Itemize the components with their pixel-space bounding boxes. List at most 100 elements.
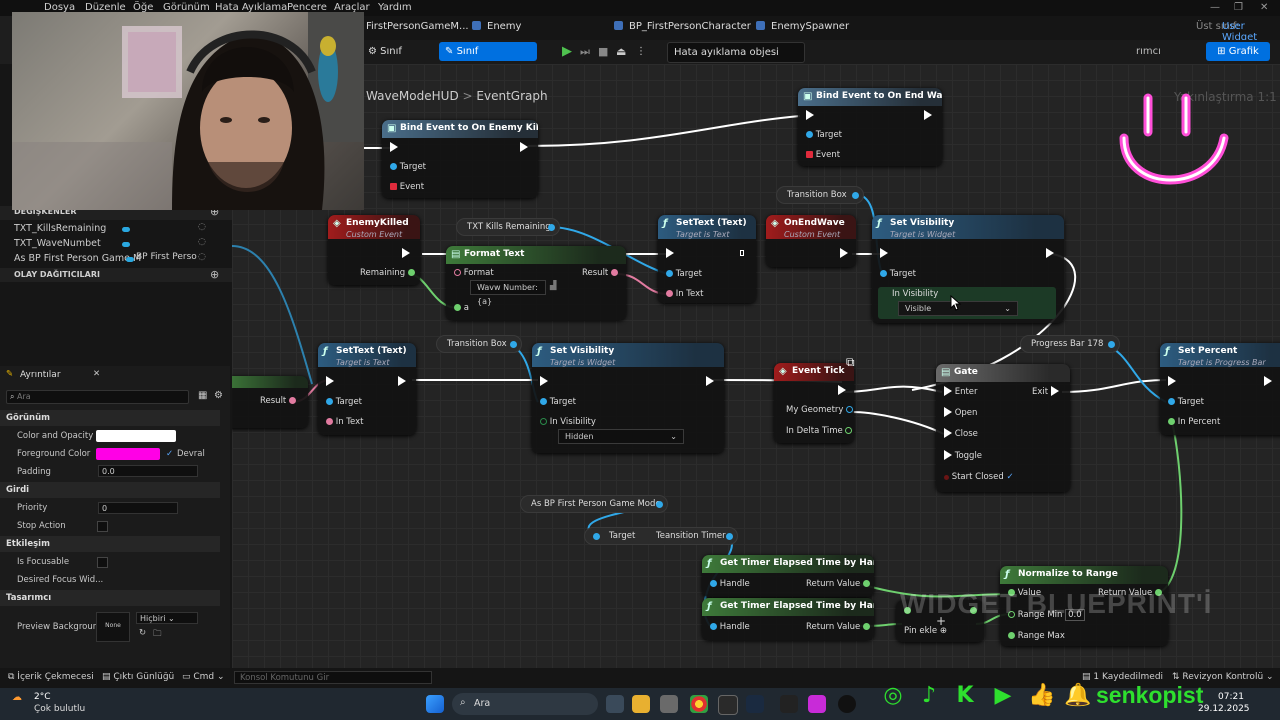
exec-out-pin[interactable]	[1264, 376, 1272, 387]
padding-field[interactable]: 0.0	[98, 465, 198, 477]
var-transition-box[interactable]: Transition Box	[776, 186, 864, 204]
exec-in-pin[interactable]	[1168, 376, 1176, 387]
priority-field[interactable]: 0	[98, 502, 178, 514]
exec-out-pin[interactable]	[706, 376, 714, 387]
format-text-field[interactable]: Wavw Number:{a}	[470, 280, 546, 306]
event-pin[interactable]: Event	[806, 150, 840, 160]
epic-games-icon[interactable]	[780, 695, 798, 713]
node-set-visibility-visible[interactable]: ƒ Set Visibility Target is Widget Target I…	[872, 215, 1064, 323]
steam-icon[interactable]	[746, 695, 764, 713]
variable-wave-number[interactable]: TXT_WaveNumbet	[14, 238, 101, 249]
console-input[interactable]: Konsol Komutunu Gir	[234, 671, 432, 684]
node-on-end-wave-event[interactable]: ◈ OnEndWave Custom Event	[766, 215, 856, 267]
designer-partial[interactable]: rımcı	[1130, 42, 1167, 61]
task-view-icon[interactable]	[606, 695, 624, 713]
var-transition-box-2[interactable]: Transition Box	[436, 335, 522, 353]
return-value-pin[interactable]: Return Value	[806, 622, 870, 632]
my-geometry-pin[interactable]: My Geometry	[786, 405, 854, 415]
dispatchers-header[interactable]: OLAY DAĞITICILARI ⊕	[0, 268, 232, 282]
toggle-pin[interactable]: Toggle	[944, 450, 982, 461]
file-explorer-icon[interactable]	[632, 695, 650, 713]
section-input[interactable]: Girdi	[0, 482, 220, 498]
tab-enemy-spawner[interactable]: EnemySpawner	[756, 21, 849, 32]
is-focusable-checkbox[interactable]	[97, 557, 108, 568]
target-pin[interactable]: Target	[1168, 397, 1204, 407]
exec-out-pin[interactable]	[520, 142, 528, 153]
class-settings-button[interactable]: ⚙ Sınıf Ayarları	[362, 42, 444, 76]
section-designer[interactable]: Tasarımcı	[0, 590, 220, 606]
event-pin[interactable]: Event	[390, 182, 424, 192]
open-pin[interactable]: Open	[944, 407, 977, 418]
node-bind-end-wave[interactable]: ▣ Bind Event to On End Wave Target Event	[798, 88, 942, 166]
exec-out-pin[interactable]	[398, 376, 406, 387]
target-pin[interactable]: Target	[390, 162, 426, 172]
clock-date[interactable]: 29.12.2025	[1198, 704, 1250, 714]
exec-out-pin[interactable]	[924, 110, 932, 121]
node-event-tick[interactable]: ◈ Event Tick ⧉ My Geometry In Delta Time	[774, 355, 855, 443]
unsaved-indicator[interactable]: ▤ 1 Kaydedilmedi	[1082, 672, 1163, 682]
maximize-icon[interactable]: ❐	[1234, 2, 1243, 13]
close-tab-icon[interactable]: ✕	[93, 369, 100, 379]
exec-out-pin[interactable]	[402, 248, 410, 259]
result-pin[interactable]: Result	[582, 268, 618, 278]
a-pin[interactable]: a	[454, 303, 469, 313]
minimize-icon[interactable]: —	[1210, 2, 1220, 13]
breadcrumb-hud[interactable]: WaveModeHUD	[366, 89, 459, 103]
eye-icon[interactable]: ◌	[198, 252, 206, 262]
weather-text[interactable]: Çok bulutlu	[34, 704, 85, 714]
content-drawer-button[interactable]: ⧉ İçerik Çekmecesi	[8, 672, 94, 682]
start-closed-pin[interactable]: Start Closed ✓	[944, 472, 1014, 482]
app-pink-icon[interactable]	[808, 695, 826, 713]
var-progress-bar[interactable]: Progress Bar 178	[1020, 335, 1120, 353]
clock-time[interactable]: 07:21	[1218, 692, 1244, 702]
in-text-pin[interactable]: In Text	[666, 289, 704, 299]
in-visibility-pin[interactable]: In Visibility	[892, 289, 938, 299]
var-game-mode[interactable]: As BP First Person Game Mode	[520, 495, 668, 513]
section-appearance[interactable]: Görünüm	[0, 410, 220, 426]
exec-in-pin[interactable]	[326, 376, 334, 387]
target-pin[interactable]: Target	[540, 397, 576, 407]
variable-kills-remaining[interactable]: TXT_KillsRemaining	[14, 223, 106, 234]
tab-gamemode[interactable]: FirstPersonGameM...	[366, 21, 469, 32]
in-visibility-select[interactable]: Hidden ⌄	[558, 429, 684, 444]
remaining-pin[interactable]: Remaining	[360, 268, 415, 278]
variable-game-mode[interactable]: As BP First Person Game M	[14, 253, 141, 264]
browse-icon[interactable]: 🗀	[153, 628, 162, 642]
tab-firstperson-character[interactable]: BP_FirstPersonCharacter	[614, 21, 751, 32]
node-settext-kills[interactable]: ƒ SetText (Text) Target is Text Target In …	[658, 215, 756, 303]
breadcrumb-event-graph[interactable]: EventGraph	[476, 89, 547, 103]
eye-icon[interactable]: ◌	[198, 222, 206, 232]
taskbar-search[interactable]: ⌕ Ara	[452, 693, 598, 715]
section-interaction[interactable]: Etkileşim	[0, 536, 220, 552]
node-format-text[interactable]: ▤ Format Text Format Wavw Number:{a} ▟ Re…	[446, 246, 626, 320]
target-pin[interactable]: Target	[806, 130, 842, 140]
temperature[interactable]: 2°C	[34, 692, 51, 702]
details-search-input[interactable]: ⌕ Ara	[6, 390, 189, 404]
store-icon[interactable]	[660, 695, 678, 713]
settings-icon[interactable]: ⚙	[214, 390, 223, 401]
enter-pin[interactable]: Enter	[944, 386, 978, 397]
chrome-icon[interactable]	[690, 695, 708, 713]
add-dispatcher-icon[interactable]: ⊕	[210, 268, 219, 281]
preview-background-select[interactable]: Hiçbiri ⌄	[136, 612, 198, 624]
node-bind-enemy-killed[interactable]: ▣Bind Event to On Enemy Killed Target Ev…	[382, 120, 538, 198]
exec-out-pin[interactable]	[1046, 248, 1054, 259]
exec-in-pin[interactable]	[666, 248, 674, 259]
app-icon[interactable]	[718, 695, 738, 715]
return-value-pin[interactable]: Return Value	[806, 579, 870, 589]
event-graph-canvas[interactable]: ▣Bind Event to On Enemy Killed Target Ev…	[232, 64, 1280, 668]
windows-start-icon[interactable]	[426, 695, 444, 713]
node-get-elapsed-time-2[interactable]: ƒGet Timer Elapsed Time by Handle Handle…	[702, 598, 874, 640]
handle-pin[interactable]: Handle	[710, 622, 750, 632]
preview-background-thumbnail[interactable]: None	[96, 612, 130, 642]
stop-action-checkbox[interactable]	[97, 521, 108, 532]
exec-out-pin[interactable]	[838, 385, 846, 396]
node-get-elapsed-time-1[interactable]: ƒGet Timer Elapsed Time by Handle Handle…	[702, 555, 874, 597]
in-percent-pin[interactable]: In Percent	[1168, 417, 1220, 427]
in-delta-time-pin[interactable]: In Delta Time	[786, 426, 853, 436]
revision-control-button[interactable]: ⇅ Revizyon Kontrolü ⌄	[1172, 672, 1274, 682]
node-settext-wave[interactable]: ƒ SetText (Text) Target is Text Target In …	[318, 343, 416, 435]
checkbox-checked-icon[interactable]: ✓	[166, 449, 173, 459]
table-view-icon[interactable]: ▦	[198, 390, 207, 401]
tab-enemy[interactable]: Enemy	[472, 21, 521, 32]
